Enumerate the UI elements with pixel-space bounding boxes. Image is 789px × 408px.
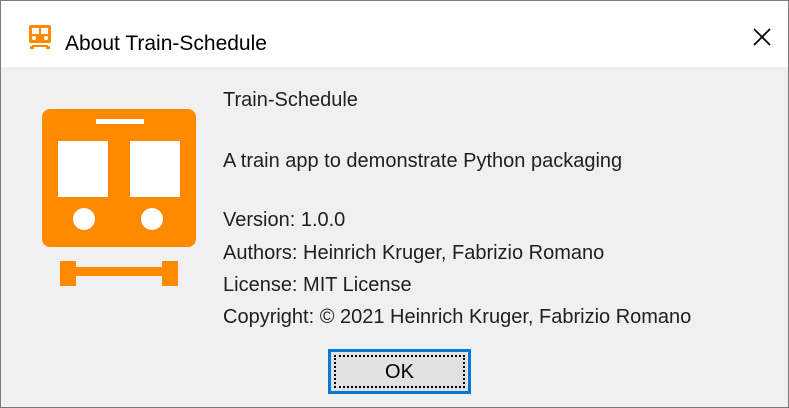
about-dialog: About Train-Schedule Train-Schedule A tr… [0,0,789,408]
window-title: About Train-Schedule [65,32,267,55]
train-logo-icon [42,109,196,286]
dialog-content: Train-Schedule A train app to demonstrat… [1,67,788,407]
ok-button[interactable]: OK [328,349,471,394]
version-text: Version: 1.0.0 [223,209,346,231]
ok-button-label: OK [334,355,465,388]
license-text: License: MIT License [223,274,412,296]
train-icon [27,24,53,50]
close-button[interactable] [739,21,785,55]
app-logo [42,109,196,305]
copyright-text: Copyright: © 2021 Heinrich Kruger, Fabri… [223,306,692,328]
app-description: A train app to demonstrate Python packag… [223,150,623,172]
title-bar: About Train-Schedule [1,1,788,67]
app-name: Train-Schedule [223,89,358,111]
authors-text: Authors: Heinrich Kruger, Fabrizio Roman… [223,242,605,264]
close-icon [751,26,773,51]
